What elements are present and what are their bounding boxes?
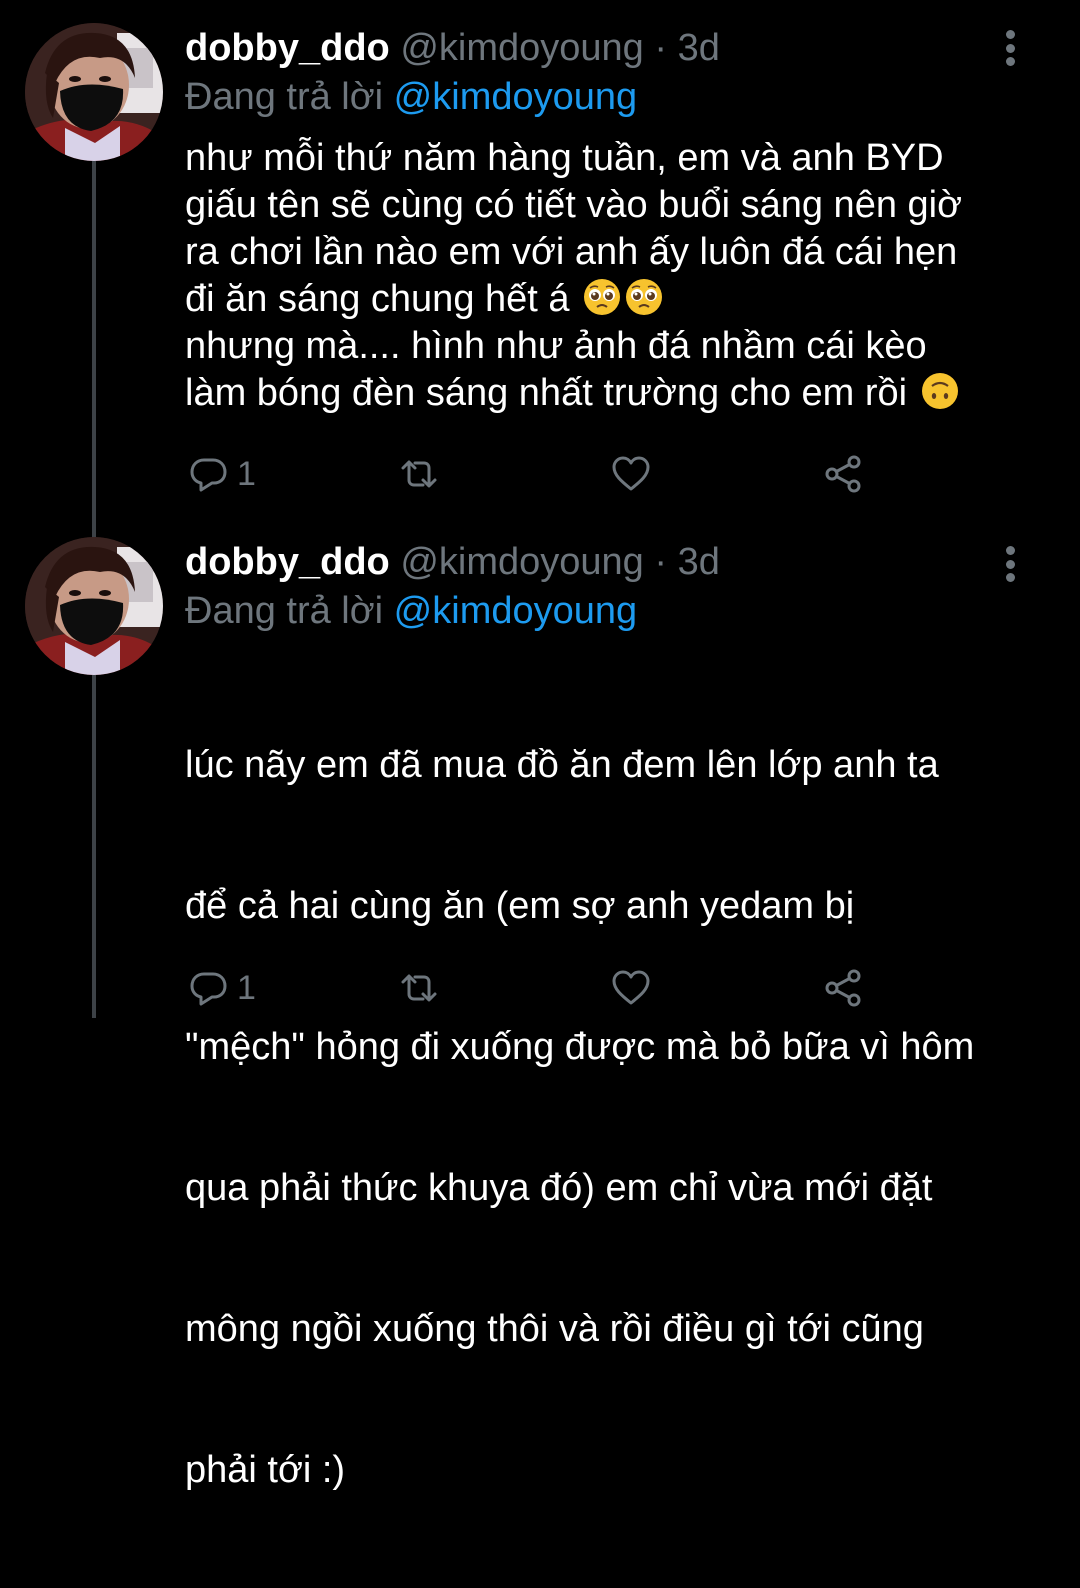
user-handle[interactable]: @kimdoyoung <box>400 541 643 583</box>
heart-icon <box>612 970 650 1005</box>
tweet-text-line: để cả hai cùng ăn (em sợ anh yedam bị <box>185 885 855 927</box>
more-dot <box>1005 546 1015 555</box>
like-button[interactable] <box>609 964 653 1012</box>
avatar[interactable] <box>25 23 163 161</box>
tweet[interactable]: dobby_ddo @kimdoyoung · 3d Đang trả lời … <box>0 520 1080 1491</box>
share-icon <box>825 455 861 493</box>
reply-count: 1 <box>237 454 256 493</box>
share-icon <box>825 969 861 1007</box>
more-dot <box>1005 559 1015 569</box>
more-icon[interactable] <box>996 28 1024 68</box>
tweet-text-line: ra chơi lần nào em với anh ấy luôn đá cá… <box>185 231 958 273</box>
more-dot <box>1005 573 1015 582</box>
upside-down-face-emoji <box>920 371 960 411</box>
tweet-text-line: như mỗi thứ năm hàng tuần, em và anh BYD <box>185 137 944 179</box>
share-button[interactable] <box>821 450 865 498</box>
timestamp[interactable]: 3d <box>678 541 720 583</box>
more-icon[interactable] <box>996 544 1024 584</box>
avatar[interactable] <box>25 537 163 675</box>
pleading-face-emoji <box>582 277 622 317</box>
retweet-icon <box>401 974 437 1002</box>
tweet-text-fragment: làm bóng đèn sáng nhất trường cho em rồi <box>185 372 908 414</box>
separator-dot: · <box>654 541 668 583</box>
tweet-text-line: qua phải thức khuya đó) em chỉ vừa mới đ… <box>185 1167 933 1209</box>
tweet-text-line: phải tới :) <box>185 1449 346 1491</box>
tweet-text-line: mông ngồi xuống thôi và rồi điều gì tới … <box>185 1308 924 1350</box>
tweet[interactable]: dobby_ddo @kimdoyoung · 3d Đang trả lời … <box>0 0 1080 520</box>
retweet-button[interactable] <box>397 450 441 498</box>
tweet-text-fragment: đi ăn sáng chung hết á <box>185 278 570 320</box>
more-dot <box>1005 30 1015 39</box>
display-name[interactable]: dobby_ddo <box>185 541 390 583</box>
tweet-text-line-with-emoji: đi ăn sáng chung hết á <box>185 276 1035 323</box>
reply-count: 1 <box>237 968 256 1007</box>
replying-to-mention[interactable]: @kimdoyoung <box>394 76 637 118</box>
retweet-icon <box>401 460 437 488</box>
tweet-text-line: lúc nãy em đã mua đồ ăn đem lên lớp anh … <box>185 744 939 786</box>
like-button[interactable] <box>609 450 653 498</box>
retweet-button[interactable] <box>397 964 441 1012</box>
pleading-face-emoji <box>624 277 664 317</box>
replying-to: Đang trả lời @kimdoyoung <box>185 589 637 633</box>
tweet-text: như mỗi thứ năm hàng tuần, em và anh BYD… <box>185 135 1035 417</box>
user-handle[interactable]: @kimdoyoung <box>400 27 643 69</box>
replying-to: Đang trả lời @kimdoyoung <box>185 75 637 119</box>
reply-icon <box>190 458 227 492</box>
reply-button[interactable]: 1 <box>187 450 256 498</box>
heart-icon <box>612 456 650 491</box>
tweet-text-line: nhưng mà.... hình như ảnh đá nhầm cái kè… <box>185 325 927 367</box>
replying-to-mention[interactable]: @kimdoyoung <box>394 590 637 632</box>
replying-to-label: Đang trả lời <box>185 590 384 632</box>
share-button[interactable] <box>821 964 865 1012</box>
reply-button[interactable]: 1 <box>187 964 256 1012</box>
reply-icon <box>190 972 227 1006</box>
more-dot <box>1005 57 1015 66</box>
timestamp[interactable]: 3d <box>678 27 720 69</box>
tweet-actions: 1 <box>185 964 885 1012</box>
tweet-text-line: giấu tên sẽ cùng có tiết vào buổi sáng n… <box>185 184 963 226</box>
tweet-header: dobby_ddo @kimdoyoung · 3d <box>185 540 720 584</box>
tweet-text-line-with-emoji: làm bóng đèn sáng nhất trường cho em rồi <box>185 370 1035 417</box>
separator-dot: · <box>654 27 668 69</box>
tweet-text-line: "mệch" hỏng đi xuống được mà bỏ bữa vì h… <box>185 1026 975 1068</box>
display-name[interactable]: dobby_ddo <box>185 27 390 69</box>
replying-to-label: Đang trả lời <box>185 76 384 118</box>
tweet-text: lúc nãy em đã mua đồ ăn đem lên lớp anh … <box>185 648 1035 1588</box>
tweet-actions: 1 <box>185 450 885 498</box>
more-dot <box>1005 43 1015 53</box>
tweet-header: dobby_ddo @kimdoyoung · 3d <box>185 26 720 70</box>
